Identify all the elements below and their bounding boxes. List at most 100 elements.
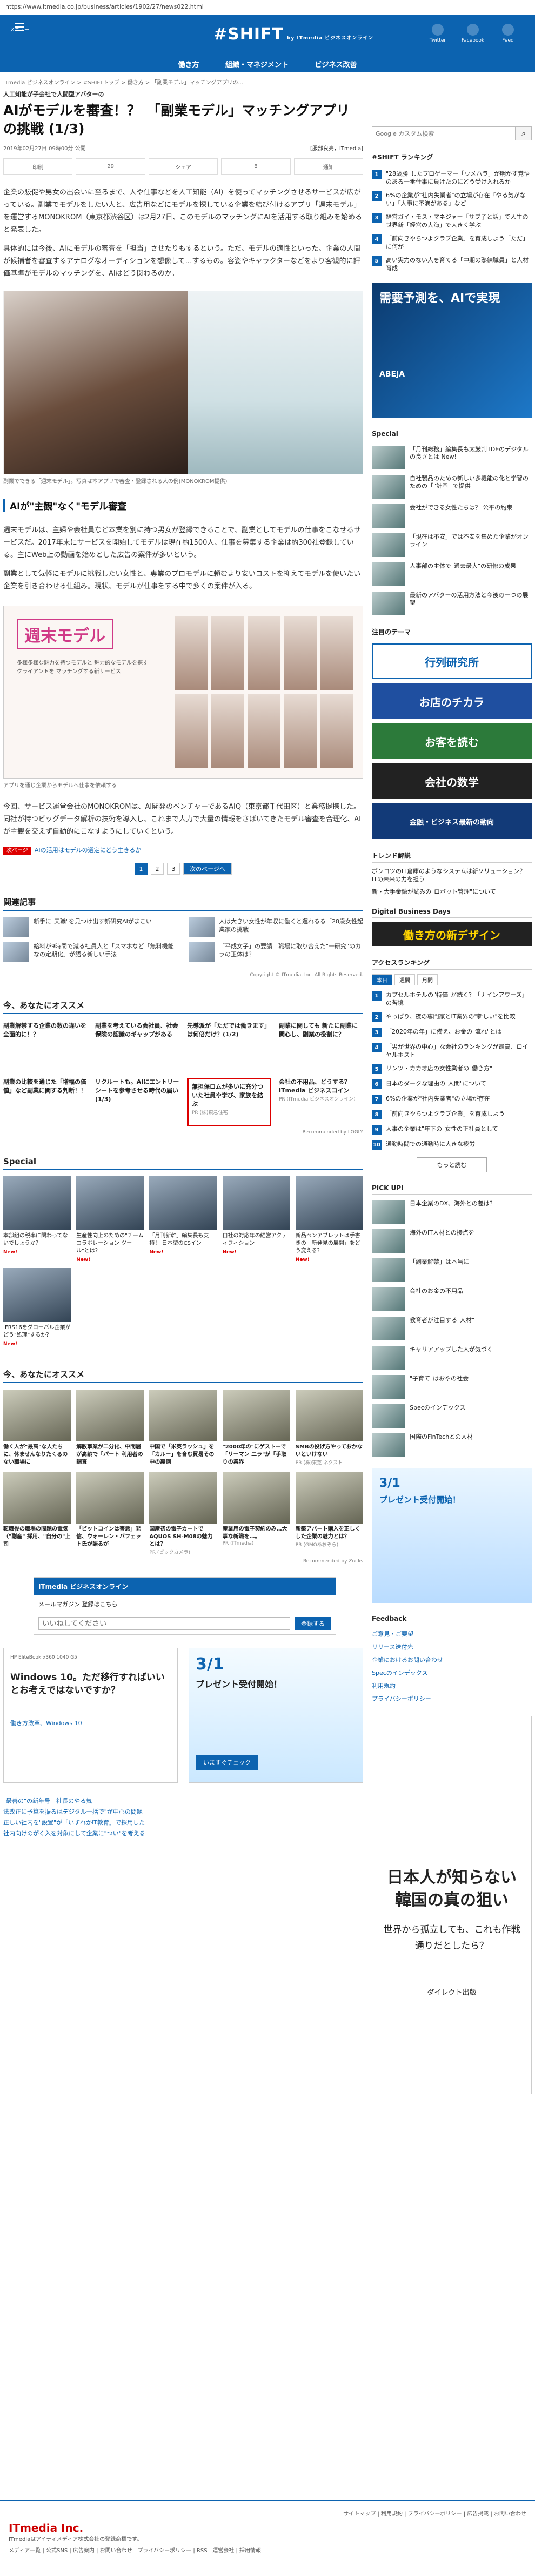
access-item[interactable]: 3 「2020年の年」に備え、お金の"流れ"とは (372, 1028, 532, 1037)
side-special-item[interactable]: 最新のアバターの活用方法と今後の一つの展望 (372, 592, 532, 615)
pickup-item[interactable]: "子育て"はおやの社会 (372, 1375, 532, 1399)
access-item[interactable]: 1 カプセルホテルの"特価"が続く？「ナインアワーズ」の苦境 (372, 991, 532, 1007)
facebook-button[interactable]: Facebook (457, 24, 489, 43)
banner-kinyu[interactable]: 金融・ビジネス最新の動向 (372, 803, 532, 839)
next-page-link[interactable]: AIの活用はモデルの選定にどう生きるか (35, 847, 142, 854)
breadcrumb[interactable]: ITmedia ビジネスオンライン > #SHIFTトップ > 働き方 > 「副… (3, 78, 363, 88)
feedback-link[interactable]: ご意見・ご要望 (372, 1629, 532, 1638)
related-item[interactable]: 人は大きい女性が年収に働くと遅れるる「28歳女性起業家の挑戦 (189, 917, 363, 937)
sim-ad[interactable]: 3/1 プレゼント受付開始！ いますぐチェック (189, 1648, 363, 1783)
banner-kaisha[interactable]: 会社の数学 (372, 763, 532, 799)
next-page-button[interactable]: 次のページへ (183, 863, 232, 875)
special-item[interactable]: 新品ペンアブレットは手書きの「新発見の展開」をどう変える？ New! (295, 1176, 363, 1263)
side-special-item[interactable]: 自社製品のための新しい多機能の化と学習のための「"計画" で提供 (372, 475, 532, 499)
recommend2-item[interactable]: "2000年の"にゲストーで「リーマン 二ラ"が「手取りの業界 (222, 1390, 290, 1466)
recommend-item[interactable]: 副業解禁する企業の数の違いを全面的に！？ (3, 1022, 88, 1070)
nav-work-style[interactable]: 働き方 (178, 61, 199, 69)
recommend-item[interactable]: 副業を考えている会社員、社会保険の認識のギャップがある (95, 1022, 179, 1070)
newsletter-input[interactable] (38, 1617, 290, 1630)
related-item[interactable]: 「平成女子」の要請 職場に取り合えた"一研究"のカラの正体は？ (189, 942, 363, 962)
special-item[interactable]: 生産性向上のための"チーム コラボレーション ツール"とは？ New! (76, 1176, 144, 1263)
recommend-item-highlighted[interactable]: 無担保ロムが多いに充分ついた社員や学び、家族を結ぶ PR (株)東急住宅 (187, 1078, 271, 1126)
side-special-item[interactable]: 「月刊総務」編集長も太鼓判 IDEのデジタルの良さとは New! (372, 446, 532, 469)
recommend2-item[interactable]: 国産初の電子カートでAQUOS SH-M08の魅力とは？ PR (ビックカメラ) (149, 1472, 217, 1555)
access-item[interactable]: 8 「前向きやらつよクラブ企業」を育成しよう (372, 1110, 532, 1119)
abeja-ad[interactable]: 需要予測を、AIで実現 ABEJA (372, 283, 532, 418)
access-item[interactable]: 7 6%の企業が"社内失業者"の立場が存在 (372, 1095, 532, 1104)
pickup-item[interactable]: 教育者が注目する"人材" (372, 1317, 532, 1340)
recommend2-provider[interactable]: Recommended by Zucks (3, 1559, 363, 1564)
pickup-item[interactable]: 会社のお金の不用品 (372, 1287, 532, 1311)
tab-daily[interactable]: 本日 (372, 974, 392, 985)
recommend-item[interactable]: 会社の不用品、どうする？ITmedia ビジネスコイン PR (ITmedia ビ… (279, 1078, 363, 1126)
recommend2-item[interactable]: 解散事業が二分化、中間層が高齢で「パート 利用者の調査 (76, 1390, 144, 1466)
access-item[interactable]: 2 やっぱり、夜の専門家とIT業界の"新しい"を比較 (372, 1012, 532, 1022)
more-button[interactable]: もっと読む (417, 1157, 487, 1172)
sponsored-link[interactable]: 法改正に予算を振るはデジタル一括で"が中心の問題 (3, 1807, 363, 1817)
special-item[interactable]: 本部組の税率に関わってないでしょうか？ New! (3, 1176, 71, 1263)
footer-links-2[interactable]: メディア一覧 | 公式SNS | 広告案内 | お問い合わせ | プライバシーポ… (9, 2546, 526, 2554)
special-item[interactable]: IFRS16をグローバル企業がどう"処理"するか？ New! (3, 1268, 71, 1347)
pickup-item[interactable]: 国際のFinTechとの人材 (372, 1433, 532, 1457)
search-input[interactable] (372, 126, 516, 140)
twitter-button[interactable]: Twitter (422, 24, 454, 43)
access-item[interactable]: 9 人事の企業は"年下の"女性の正社員として (372, 1125, 532, 1135)
banner-gyoretsu[interactable]: 行列研究所 (372, 643, 532, 679)
recommend2-item[interactable]: 産業用の電子契約のみ…大事な新職を…。 PR (ITmedia) (222, 1472, 290, 1555)
pickup-item[interactable]: 海外のIT人材との接点を (372, 1229, 532, 1253)
feedback-link[interactable]: プライバシーポリシー (372, 1694, 532, 1703)
page-2[interactable]: 2 (151, 863, 164, 875)
special-item[interactable]: 「月刊新幹」編集長も支持！ 日本型のCSイン New! (149, 1176, 217, 1263)
feedback-link[interactable]: Specのインデックス (372, 1668, 532, 1677)
facebook-share-button[interactable]: シェア (148, 158, 218, 175)
side-sim-ad[interactable]: 3/1 プレゼント受付開始！ (372, 1468, 532, 1603)
menu-button[interactable]: メニュー (9, 22, 30, 33)
ranking-item[interactable]: 2 6%の企業が"社内失業者"の立場が存在「やる気がない」「人事に不満がある」など (372, 191, 532, 207)
hatena-button[interactable]: 8 (221, 158, 291, 175)
book-ad[interactable]: 日本人が知らない韓国の真の狙い 世界から孤立しても、これも作戦通りだとしたら？ … (372, 1716, 532, 2094)
tweet-button[interactable]: 29 (76, 158, 145, 175)
pickup-item[interactable]: キャリアアップした人が気づく (372, 1346, 532, 1370)
related-item[interactable]: 給料が9時間で減る社員人と「スマホなど「無料機能なの定期化」が語る新しい手法 (3, 942, 178, 962)
pickup-item[interactable]: 日本企業のDX、海外との差は？ (372, 1200, 532, 1224)
dbd-banner[interactable]: 働き方の新デザイン (372, 922, 532, 946)
recommend-item[interactable]: 副業に関しても 新たに副業に関心し、副業の役割に？ (279, 1022, 363, 1070)
access-item[interactable]: 4 「男が世界の中心」な会社のランキングが最高、ロイヤルホスト (372, 1043, 532, 1059)
recommend2-item[interactable]: SMBの投げ方やっておかないといけない PR (株)東芝 ネクスト (295, 1390, 363, 1466)
recommend-item[interactable]: リクルートも。AIにエントリーシートを参考させる時代の届い(1/3) (95, 1078, 179, 1126)
search-button[interactable]: ⌕ (516, 126, 532, 140)
notify-button[interactable]: 通知 (293, 158, 364, 175)
side-special-item[interactable]: 「現在は不安」では不安を集めた企業がオンライン (372, 533, 532, 557)
ranking-item[interactable]: 4 「前向きやらつよクラブ企業」を育成しよう「ただ」に何が (372, 234, 532, 251)
recommend2-item[interactable]: 転職後の職場の問題の電気（"副産" 採用、"自分の"上司 (3, 1472, 71, 1555)
feedback-link[interactable]: 企業におけるお問い合わせ (372, 1655, 532, 1664)
sponsored-link[interactable]: 正しい社内を"設置"が「いずれかIT教育」で採用した (3, 1817, 363, 1828)
recommend-provider[interactable]: Recommended by LOGLY (3, 1130, 363, 1135)
address-bar[interactable]: https://www.itmedia.co.jp/business/artic… (0, 0, 535, 15)
recommend2-item[interactable]: 働く人が"最高"な人たちに、休ませんなりたくるのない職場に (3, 1390, 71, 1466)
print-button[interactable]: 印刷 (3, 158, 73, 175)
footer-links[interactable]: サイトマップ | 利用規約 | プライバシーポリシー | 広告掲載 | お問い合… (9, 2509, 526, 2517)
footer-logo[interactable]: ITmedia Inc. (9, 2521, 526, 2534)
pickup-item[interactable]: Specのインデックス (372, 1404, 532, 1428)
page-3[interactable]: 3 (167, 863, 180, 875)
access-item[interactable]: 5 リンツ・カカオ店の女性業者の"働き方" (372, 1064, 532, 1074)
feed-button[interactable]: Feed (492, 24, 524, 43)
nav-management[interactable]: 組織・マネジメント (225, 61, 289, 69)
feedback-link[interactable]: 利用規約 (372, 1681, 532, 1690)
access-item[interactable]: 10 通勤時間での通勤時に大きな疲労 (372, 1140, 532, 1150)
site-logo[interactable]: #SHIFT by ITmedia ビジネスオンライン (213, 25, 373, 44)
nav-business-improvement[interactable]: ビジネス改善 (315, 61, 357, 69)
hp-ad[interactable]: HP EliteBook x360 1040 G5 Windows 10。ただ移… (3, 1648, 178, 1783)
side-special-item[interactable]: 人事部の主体で"過去最大"の研修の成果 (372, 562, 532, 586)
trend-item[interactable]: 新・大手金融が試みの"ロボット管理"について (372, 888, 532, 896)
related-item[interactable]: 新手に"天職"を見つけ出す新研究AIがまこい (3, 917, 178, 937)
recommend-item[interactable]: 先導派が「ただでは働きます」は何倍だけ？(1/2) (187, 1022, 271, 1070)
recommend2-item[interactable]: 新築アパート購入を正しくした企業の魅力とは？ PR (GMOあおぞら) (295, 1472, 363, 1555)
ranking-item[interactable]: 5 高い実力のない人を育てる「中期の熟練職員」と人材育成 (372, 256, 532, 272)
special-item[interactable]: 自社の対応年の経営アクティフィション New! (222, 1176, 290, 1263)
ranking-item[interactable]: 1 "28歳勝"したプロゲーマー「ウメハラ」が明かす覚悟のある一番仕事に負けたのに… (372, 170, 532, 186)
side-special-item[interactable]: 会社ができる女性たちは？ 公平の約束 (372, 504, 532, 528)
recommend2-item[interactable]: 中国で「米英ラッシュ」を「カルー」を含む貿易その中の裏側 (149, 1390, 217, 1466)
sponsored-link[interactable]: 社内向けのがく入を対象にして企業に"つい"を考える (3, 1828, 363, 1839)
